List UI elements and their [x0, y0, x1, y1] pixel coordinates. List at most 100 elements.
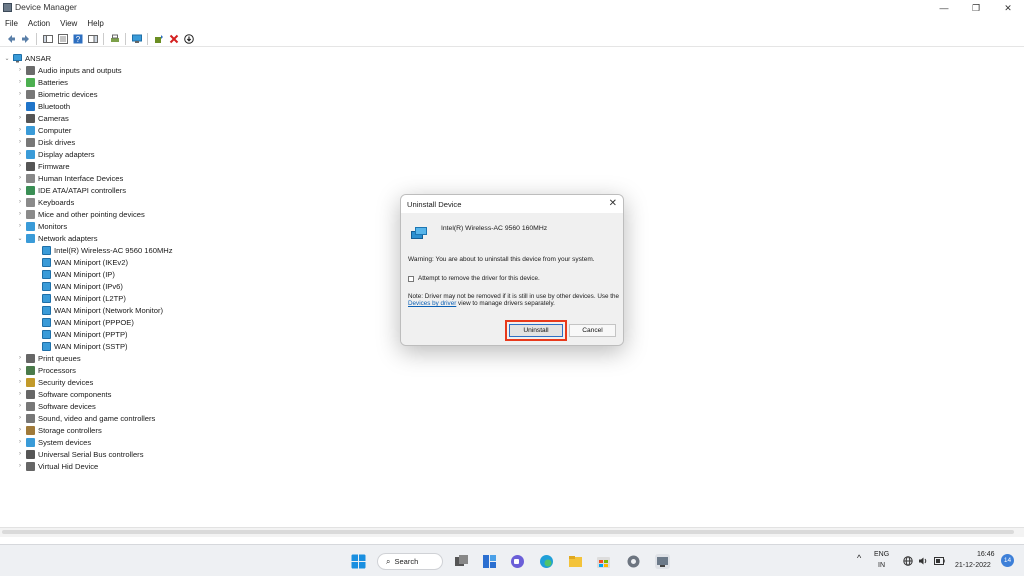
show-hide-console-tree-icon[interactable]: [42, 33, 53, 44]
expand-arrow-icon[interactable]: ›: [16, 451, 24, 457]
menu-view[interactable]: View: [55, 19, 82, 28]
clock-time[interactable]: 16:46: [977, 551, 995, 558]
menu-file[interactable]: File: [0, 19, 23, 28]
volume-icon[interactable]: [918, 556, 928, 566]
tree-category[interactable]: › Computer: [16, 124, 71, 136]
forward-icon[interactable]: [20, 33, 31, 44]
tree-category[interactable]: › IDE ATA/ATAPI controllers: [16, 184, 126, 196]
expand-arrow-icon[interactable]: ›: [16, 355, 24, 361]
tree-category[interactable]: › Keyboards: [16, 196, 74, 208]
devices-by-driver-link[interactable]: Devices by driver: [408, 300, 456, 307]
expand-arrow-icon[interactable]: ›: [16, 403, 24, 409]
update-driver-icon[interactable]: [153, 33, 164, 44]
battery-icon[interactable]: [934, 557, 945, 565]
tree-category[interactable]: › Bluetooth: [16, 100, 70, 112]
remove-driver-label[interactable]: Attempt to remove the driver for this de…: [418, 275, 540, 282]
close-button[interactable]: ✕: [992, 0, 1024, 16]
uninstall-button[interactable]: Uninstall: [509, 324, 563, 337]
file-explorer-icon[interactable]: [568, 554, 583, 569]
expand-arrow-icon[interactable]: ›: [16, 151, 24, 157]
expand-arrow-icon[interactable]: ›: [16, 79, 24, 85]
start-icon[interactable]: [351, 554, 366, 569]
expand-arrow-icon[interactable]: ›: [16, 139, 24, 145]
tree-category[interactable]: › Audio inputs and outputs: [16, 64, 122, 76]
tree-category[interactable]: › Software devices: [16, 400, 96, 412]
tree-category[interactable]: › Security devices: [16, 376, 93, 388]
expand-arrow-icon[interactable]: ›: [16, 67, 24, 73]
download-icon[interactable]: [183, 33, 194, 44]
tree-device-item[interactable]: WAN Miniport (Network Monitor): [40, 304, 163, 316]
tree-device-item[interactable]: WAN Miniport (IPv6): [40, 280, 123, 292]
expand-arrow-icon[interactable]: ›: [16, 415, 24, 421]
collapse-arrow-icon[interactable]: ⌄: [3, 55, 11, 62]
expand-arrow-icon[interactable]: ›: [16, 211, 24, 217]
tree-category[interactable]: › Sound, video and game controllers: [16, 412, 155, 424]
tree-device-item[interactable]: Intel(R) Wireless-AC 9560 160MHz: [40, 244, 173, 256]
help-icon[interactable]: ?: [72, 33, 83, 44]
chat-icon[interactable]: [510, 554, 525, 569]
tree-device-item[interactable]: WAN Miniport (L2TP): [40, 292, 126, 304]
task-view-icon[interactable]: [454, 554, 469, 569]
tree-device-item[interactable]: WAN Miniport (PPPOE): [40, 316, 134, 328]
tree-category[interactable]: › Disk drives: [16, 136, 75, 148]
expand-arrow-icon[interactable]: ›: [16, 439, 24, 445]
tree-category[interactable]: › Display adapters: [16, 148, 95, 160]
action-pane-icon[interactable]: [87, 33, 98, 44]
tree-device-item[interactable]: WAN Miniport (IKEv2): [40, 256, 128, 268]
back-icon[interactable]: [5, 33, 16, 44]
restore-button[interactable]: ❐: [960, 0, 992, 16]
tree-category[interactable]: › Software components: [16, 388, 111, 400]
expand-arrow-icon[interactable]: ›: [16, 379, 24, 385]
store-icon[interactable]: [596, 554, 611, 569]
device-manager-taskbar-icon[interactable]: [655, 554, 670, 569]
taskbar-search[interactable]: ⌕ Search: [377, 553, 443, 570]
expand-arrow-icon[interactable]: ›: [16, 103, 24, 109]
tree-category[interactable]: › Mice and other pointing devices: [16, 208, 145, 220]
properties-icon[interactable]: [57, 33, 68, 44]
tree-category[interactable]: ⌄ Network adapters: [16, 232, 98, 244]
collapse-arrow-icon[interactable]: ⌄: [16, 235, 24, 242]
tree-category[interactable]: › Biometric devices: [16, 88, 98, 100]
expand-arrow-icon[interactable]: ›: [16, 463, 24, 469]
dialog-close-icon[interactable]: ✕: [609, 198, 617, 209]
expand-arrow-icon[interactable]: ›: [16, 91, 24, 97]
show-hidden-icons-icon[interactable]: ^: [857, 553, 861, 563]
expand-arrow-icon[interactable]: ›: [16, 367, 24, 373]
widgets-icon[interactable]: [482, 554, 497, 569]
expand-arrow-icon[interactable]: ›: [16, 163, 24, 169]
expand-arrow-icon[interactable]: ›: [16, 175, 24, 181]
tree-category[interactable]: › Human Interface Devices: [16, 172, 123, 184]
expand-arrow-icon[interactable]: ›: [16, 199, 24, 205]
uninstall-device-icon[interactable]: [168, 33, 179, 44]
language-bottom[interactable]: IN: [878, 562, 885, 569]
edge-icon[interactable]: [539, 554, 554, 569]
remove-driver-checkbox[interactable]: [408, 275, 414, 282]
menu-help[interactable]: Help: [82, 19, 108, 28]
language-top[interactable]: ENG: [874, 551, 889, 558]
remove-driver-option[interactable]: Attempt to remove the driver for this de…: [408, 275, 540, 282]
notification-badge[interactable]: 14: [1001, 554, 1014, 567]
print-icon[interactable]: [109, 33, 120, 44]
tree-device-item[interactable]: WAN Miniport (IP): [40, 268, 115, 280]
tree-category[interactable]: › System devices: [16, 436, 91, 448]
tree-category[interactable]: › Firmware: [16, 160, 70, 172]
tree-category[interactable]: › Universal Serial Bus controllers: [16, 448, 144, 460]
tree-category[interactable]: › Storage controllers: [16, 424, 102, 436]
tree-category[interactable]: › Cameras: [16, 112, 69, 124]
cancel-button[interactable]: Cancel: [569, 324, 616, 337]
expand-arrow-icon[interactable]: ›: [16, 115, 24, 121]
tree-category[interactable]: › Monitors: [16, 220, 67, 232]
tree-category[interactable]: › Virtual Hid Device: [16, 460, 98, 472]
horizontal-scrollbar[interactable]: [0, 527, 1024, 537]
tree-device-item[interactable]: WAN Miniport (PPTP): [40, 328, 128, 340]
tree-device-item[interactable]: WAN Miniport (SSTP): [40, 340, 128, 352]
expand-arrow-icon[interactable]: ›: [16, 187, 24, 193]
menu-action[interactable]: Action: [23, 19, 55, 28]
minimize-button[interactable]: —: [928, 0, 960, 16]
tree-root[interactable]: ⌄ ANSAR: [3, 52, 51, 64]
expand-arrow-icon[interactable]: ›: [16, 427, 24, 433]
tree-category[interactable]: › Batteries: [16, 76, 68, 88]
clock-date[interactable]: 21-12-2022: [955, 562, 991, 569]
tree-category[interactable]: › Print queues: [16, 352, 81, 364]
scrollbar-thumb[interactable]: [2, 530, 1014, 534]
